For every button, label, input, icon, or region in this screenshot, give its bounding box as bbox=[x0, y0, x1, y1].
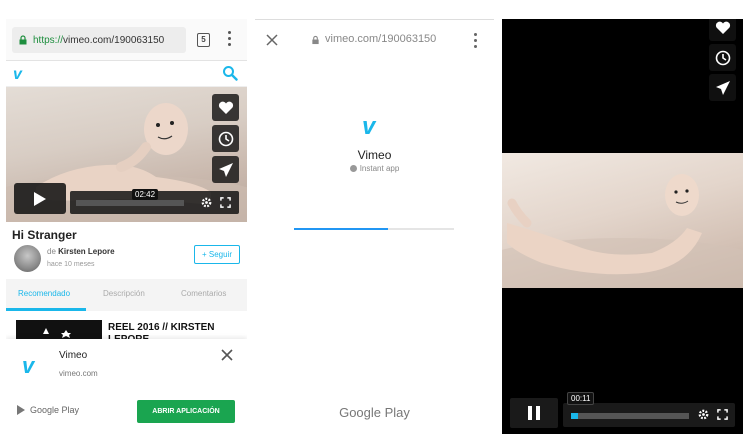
close-icon[interactable] bbox=[220, 348, 234, 362]
play-icon bbox=[34, 191, 46, 206]
pause-button[interactable] bbox=[510, 398, 558, 428]
banner-app-name: Vimeo bbox=[59, 350, 88, 361]
video-title: Hi Stranger bbox=[12, 228, 77, 242]
author-name[interactable]: Kirsten Lepore bbox=[58, 247, 114, 256]
active-tab-indicator bbox=[6, 308, 86, 311]
open-app-button[interactable]: ABRIR APLICACIÓN bbox=[137, 400, 235, 423]
author-line: de Kirsten Lepore bbox=[47, 247, 115, 256]
send-icon bbox=[715, 80, 730, 95]
send-icon bbox=[218, 162, 233, 177]
video-frame-figure bbox=[502, 174, 743, 288]
gear-icon[interactable] bbox=[697, 408, 710, 421]
instant-app-loading-panel: vimeo.com/190063150 v Vimeo Instant app … bbox=[255, 19, 494, 440]
url-scheme: https:// bbox=[33, 34, 64, 46]
fullscreen-icon[interactable] bbox=[220, 197, 231, 208]
google-play-icon bbox=[17, 405, 25, 415]
banner-app-url: vimeo.com bbox=[59, 369, 98, 378]
watch-later-button[interactable] bbox=[709, 44, 736, 71]
progress-fill bbox=[571, 413, 579, 419]
instant-app-label: Instant app bbox=[255, 164, 494, 173]
video-frame[interactable] bbox=[502, 153, 743, 288]
instant-app-icon bbox=[349, 165, 357, 172]
share-button[interactable] bbox=[212, 156, 239, 183]
instant-app-text: Instant app bbox=[359, 164, 400, 173]
progress-track[interactable] bbox=[76, 200, 184, 206]
content-tabs: Recomendado Descripción Comentarios bbox=[6, 279, 247, 311]
heart-icon bbox=[715, 21, 730, 34]
progress-track[interactable] bbox=[571, 413, 689, 419]
avatar[interactable] bbox=[14, 245, 41, 272]
google-play-footer: Google Play bbox=[339, 405, 410, 420]
mobile-web-page-panel: https://vimeo.com/190063150 5 v 02:42 Hi… bbox=[6, 19, 247, 440]
control-strip: 00:11 bbox=[563, 392, 735, 427]
like-button[interactable] bbox=[709, 19, 736, 41]
store-label: Google Play bbox=[30, 405, 80, 415]
tab-switcher-icon[interactable]: 5 bbox=[197, 33, 210, 47]
vimeo-logo[interactable]: v bbox=[13, 66, 22, 84]
close-icon[interactable] bbox=[266, 34, 278, 46]
google-play-label: Google Play bbox=[17, 405, 79, 415]
lock-icon bbox=[19, 35, 27, 45]
time-indicator: 00:11 bbox=[567, 392, 595, 405]
address-text: https://vimeo.com/190063150 bbox=[33, 35, 164, 46]
address-bar[interactable]: https://vimeo.com/190063150 bbox=[12, 27, 186, 53]
search-icon[interactable] bbox=[222, 65, 238, 81]
address-text: vimeo.com/190063150 bbox=[325, 33, 437, 45]
share-button[interactable] bbox=[709, 74, 736, 101]
loading-progress-fill bbox=[294, 228, 389, 230]
loading-progress-bar bbox=[294, 228, 454, 230]
play-button[interactable] bbox=[14, 183, 66, 214]
heart-icon bbox=[218, 101, 233, 114]
browser-toolbar: https://vimeo.com/190063150 5 bbox=[6, 19, 247, 61]
app-name: Vimeo bbox=[357, 148, 392, 162]
fullscreen-icon[interactable] bbox=[717, 409, 728, 420]
clock-icon bbox=[715, 50, 730, 65]
fullscreen-video-panel: 00:11 bbox=[502, 19, 743, 434]
author-prefix: de bbox=[47, 247, 59, 256]
url-path: vimeo.com/190063150 bbox=[63, 34, 165, 46]
site-header: v bbox=[6, 61, 247, 87]
app-install-banner: v Vimeo vimeo.com Google Play ABRIR APLI… bbox=[6, 339, 247, 440]
watch-later-button[interactable] bbox=[212, 125, 239, 152]
browser-menu-icon[interactable] bbox=[228, 31, 232, 49]
tab-description[interactable]: Descripción bbox=[103, 289, 145, 298]
player-controls: 02:42 bbox=[14, 183, 239, 214]
posted-date: hace 10 meses bbox=[47, 261, 95, 268]
gear-icon[interactable] bbox=[200, 196, 213, 209]
vimeo-logo: v bbox=[362, 113, 376, 140]
overflow-menu-icon[interactable] bbox=[474, 33, 477, 51]
time-indicator: 02:42 bbox=[132, 189, 159, 200]
follow-button[interactable]: + Seguir bbox=[194, 245, 240, 264]
tab-recommended[interactable]: Recomendado bbox=[18, 289, 70, 298]
player-controls: 00:11 bbox=[510, 392, 735, 428]
tab-comments[interactable]: Comentarios bbox=[181, 289, 226, 298]
control-strip: 02:42 bbox=[70, 189, 239, 214]
screenshot-collage: https://vimeo.com/190063150 5 v 02:42 Hi… bbox=[0, 0, 750, 440]
vimeo-app-logo: v bbox=[22, 353, 35, 378]
lock-icon bbox=[312, 35, 319, 45]
like-button[interactable] bbox=[212, 94, 239, 121]
clock-icon bbox=[218, 131, 233, 146]
